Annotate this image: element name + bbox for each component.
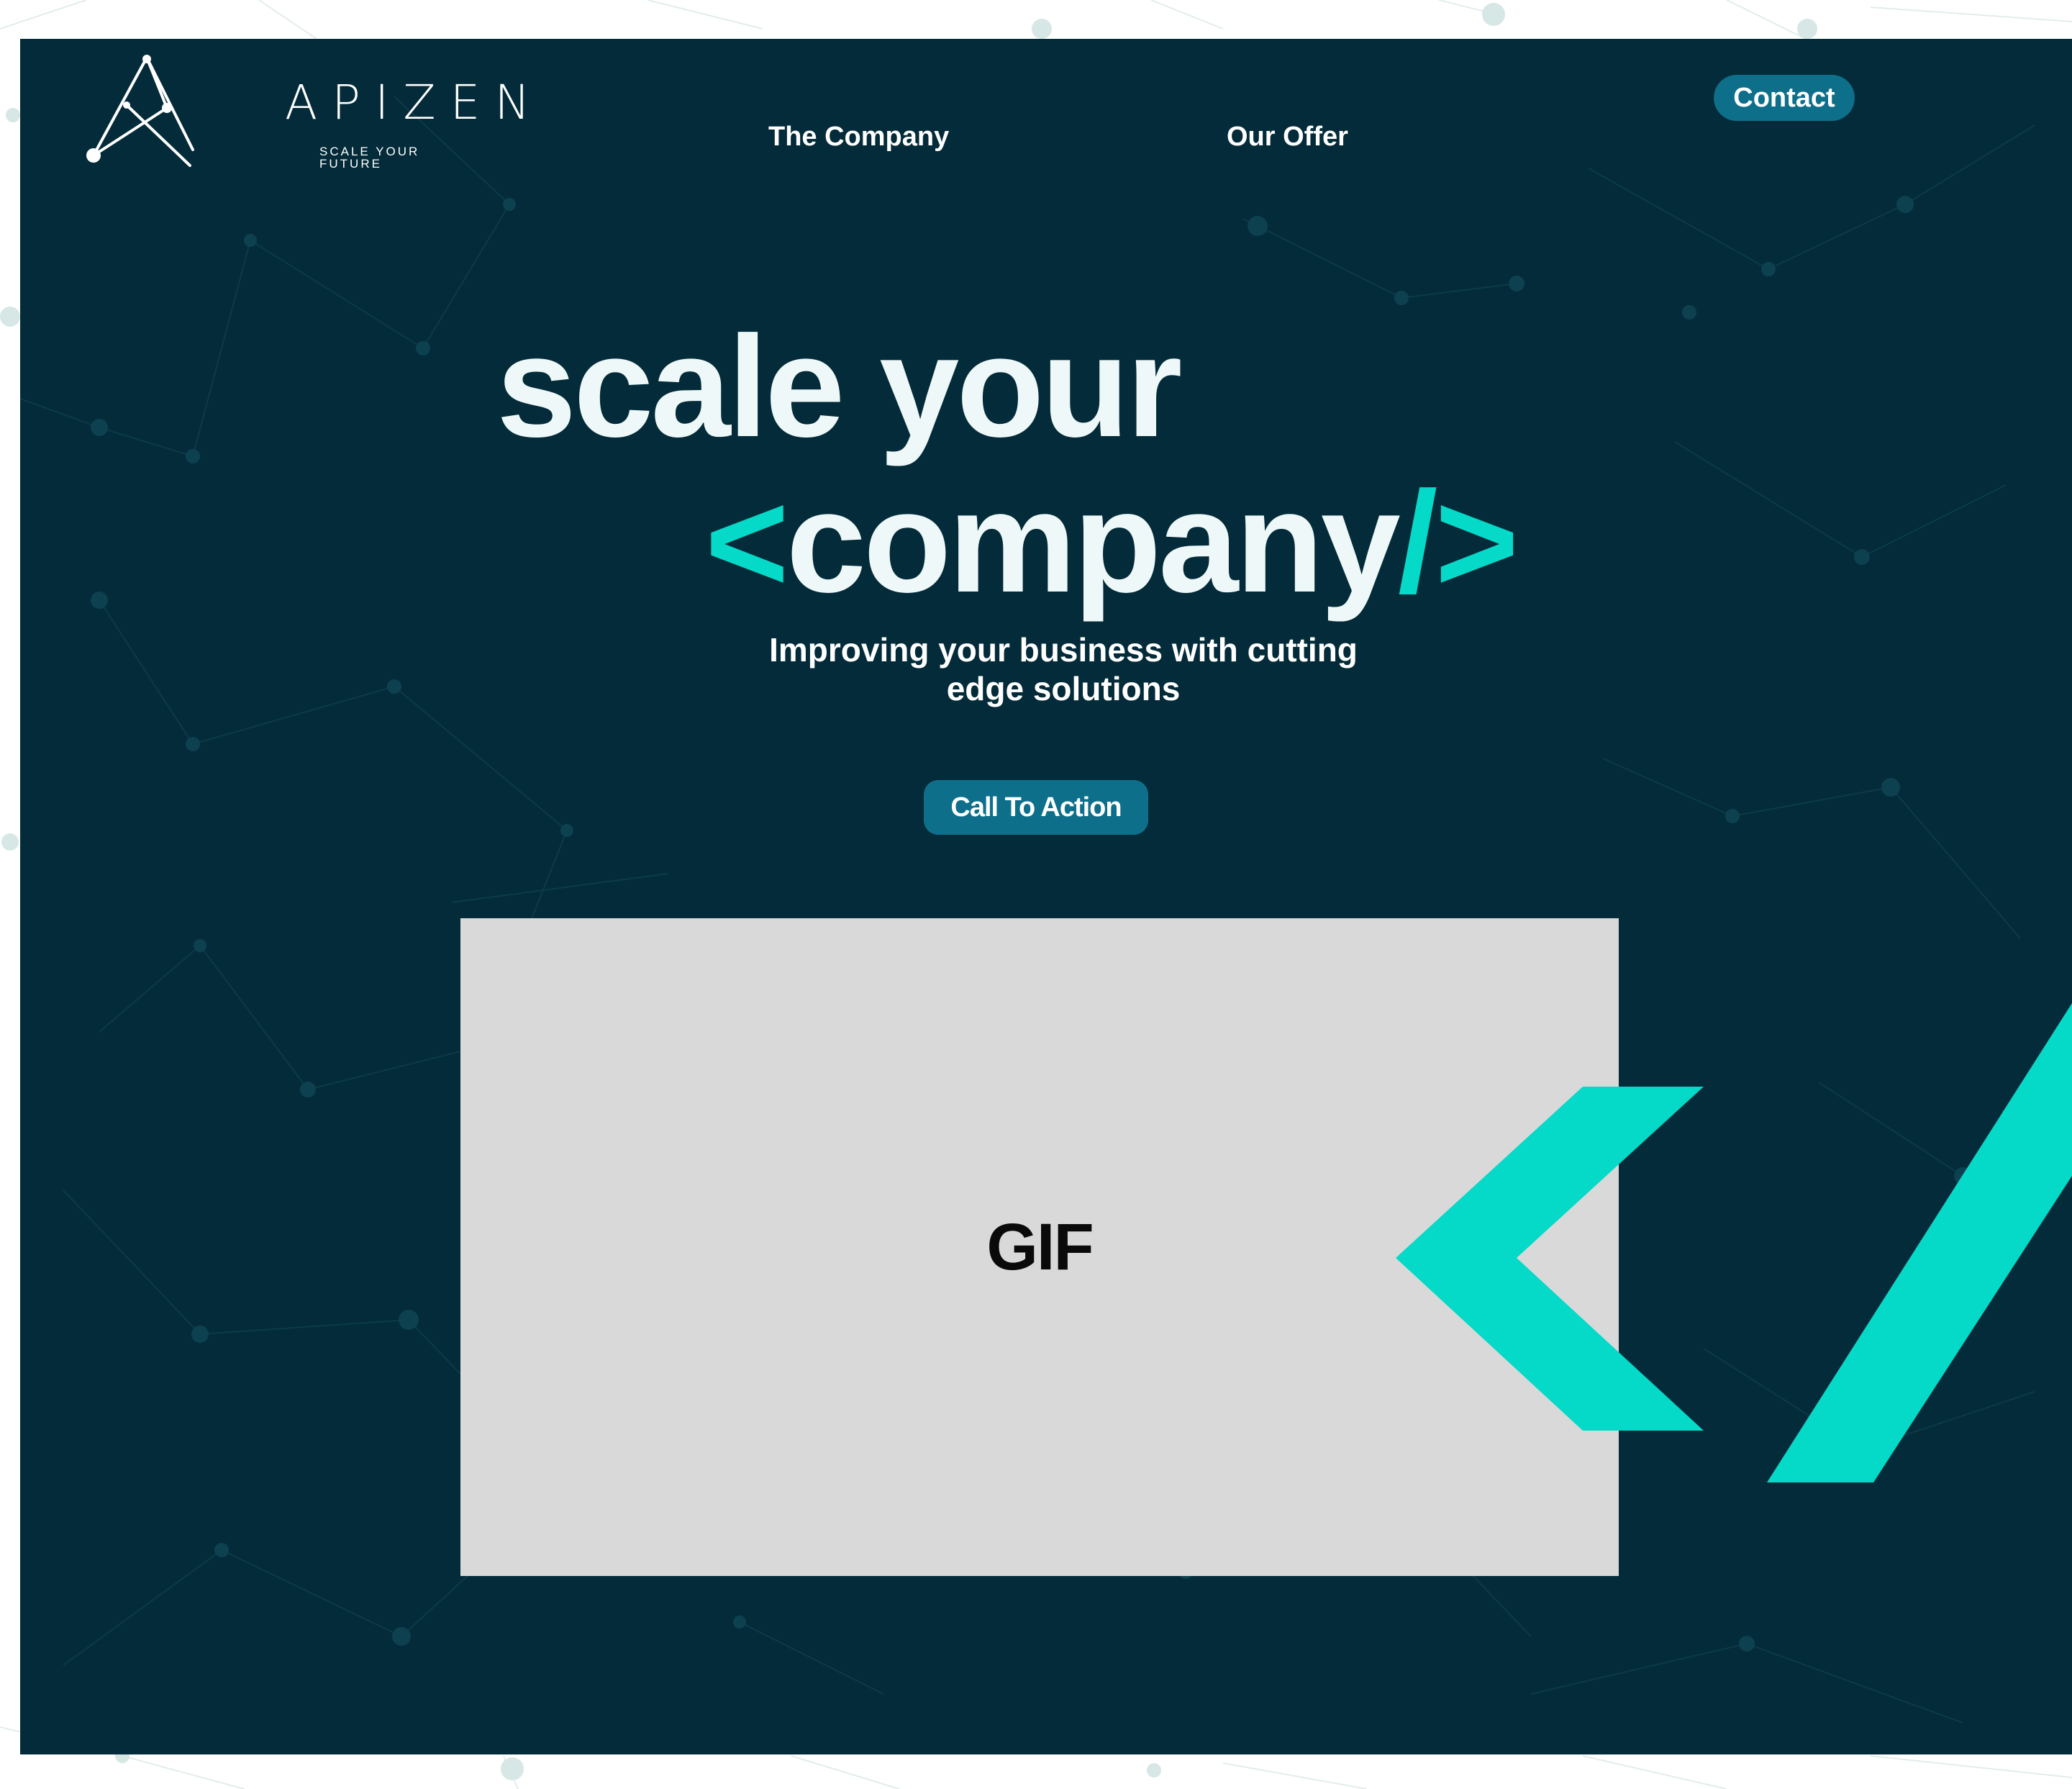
- logo-mark-icon: [86, 55, 194, 167]
- logo-tagline: SCALE YOUR FUTURE: [319, 145, 420, 171]
- gif-placeholder: GIF: [460, 918, 1619, 1576]
- code-close-bracket: >: [1435, 462, 1519, 622]
- nav-the-company[interactable]: The Company: [768, 117, 949, 157]
- call-to-action-button[interactable]: Call To Action: [924, 780, 1148, 835]
- contact-button[interactable]: Contact: [1714, 75, 1855, 121]
- apizen-logo[interactable]: APIZEN SCALE YOUR FUTURE: [83, 55, 530, 199]
- hero-headline-word: company: [786, 462, 1401, 622]
- hero-subtitle-line2: edge solutions: [946, 670, 1181, 707]
- hero-subtitle-line1: Improving your business with cutting: [769, 631, 1358, 669]
- code-slash: /: [1397, 462, 1438, 622]
- hero-headline-line2: <company/>: [705, 471, 1519, 615]
- code-open-bracket: <: [705, 462, 789, 622]
- logo-wordmark: APIZEN: [285, 75, 545, 130]
- gif-placeholder-label: GIF: [986, 1210, 1094, 1284]
- hero-headline-line1: scale your: [496, 307, 1182, 467]
- hero-panel: APIZEN SCALE YOUR FUTURE The Company Our…: [20, 39, 2072, 1754]
- hero-subtitle: Improving your business with cutting edg…: [668, 630, 1459, 708]
- nav-our-offer[interactable]: Our Offer: [1227, 117, 1348, 157]
